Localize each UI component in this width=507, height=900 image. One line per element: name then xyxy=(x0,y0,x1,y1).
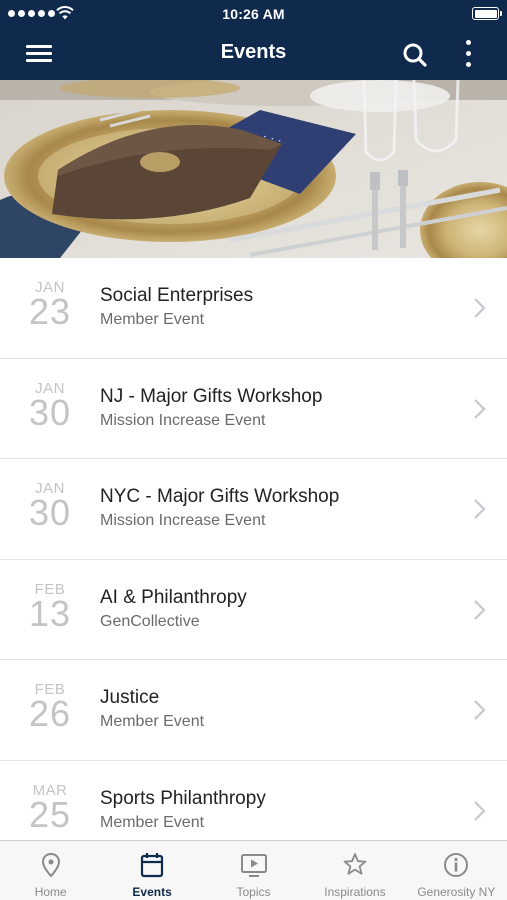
event-day: 26 xyxy=(28,693,72,734)
tab-bar: Home Events Topics Inspirations Generosi… xyxy=(0,840,507,900)
event-day: 30 xyxy=(28,391,72,433)
event-day: 25 xyxy=(28,793,72,835)
page-title: Events xyxy=(220,41,287,63)
tab-label: Topics xyxy=(236,885,271,899)
event-row[interactable]: JAN 30 NJ - Major Gifts Workshop Mission… xyxy=(0,358,507,459)
event-title: NYC - Major Gifts Workshop xyxy=(100,486,340,507)
event-day: 23 xyxy=(28,291,72,332)
event-row[interactable]: FEB 13 AI & Philanthropy GenCollective xyxy=(0,559,507,660)
tab-generosity-ny[interactable]: Generosity NY xyxy=(406,841,507,900)
events-list: JAN 23 Social Enterprises Member Event J… xyxy=(0,258,507,840)
event-date: JAN 30 xyxy=(18,380,82,433)
tv-play-icon xyxy=(240,854,267,877)
tab-label: Home xyxy=(34,885,67,899)
event-date: JAN 30 xyxy=(18,481,82,531)
event-date: FEB 26 xyxy=(18,682,82,732)
tab-inspirations[interactable]: Inspirations xyxy=(304,841,405,900)
event-title: Justice xyxy=(100,687,160,708)
status-bar: 10:26 AM xyxy=(0,0,507,28)
event-subtitle: Mission Increase Event xyxy=(100,411,266,429)
battery-icon xyxy=(472,7,502,20)
location-pin-icon xyxy=(41,852,60,878)
chevron-right-icon xyxy=(474,499,486,519)
chevron-right-icon xyxy=(474,599,486,620)
event-subtitle: GenCollective xyxy=(100,612,200,630)
event-title: Sports Philanthropy xyxy=(100,787,266,809)
chevron-right-icon xyxy=(474,800,486,821)
chevron-right-icon xyxy=(474,298,486,318)
tab-label: Events xyxy=(132,885,172,899)
event-day: 13 xyxy=(28,592,72,634)
event-title: Social Enterprises xyxy=(100,285,254,306)
more-vertical-icon[interactable] xyxy=(456,38,480,70)
tab-topics[interactable]: Topics xyxy=(203,841,304,900)
event-title: AI & Philanthropy xyxy=(100,586,247,608)
chevron-right-icon xyxy=(474,398,486,419)
tab-label: Generosity NY xyxy=(417,885,496,899)
info-icon xyxy=(444,853,469,877)
chevron-right-icon xyxy=(474,700,486,720)
event-row[interactable]: MAR 25 Sports Philanthropy Member Event xyxy=(0,760,507,840)
star-icon xyxy=(343,853,367,875)
calendar-icon xyxy=(141,853,164,878)
events-screen: 10:26 AM Events · · · JAN 23 Social Ente… xyxy=(0,0,507,900)
search-icon[interactable] xyxy=(400,40,430,70)
event-date: JAN 23 xyxy=(18,280,82,330)
tab-home[interactable]: Home xyxy=(0,841,101,900)
event-title: NJ - Major Gifts Workshop xyxy=(100,385,323,407)
hero-image: · · · xyxy=(0,80,507,258)
event-date: FEB 13 xyxy=(18,581,82,634)
status-time: 10:26 AM xyxy=(222,6,285,22)
tab-events[interactable]: Events xyxy=(101,841,202,900)
event-subtitle: Member Event xyxy=(100,713,205,730)
event-row[interactable]: JAN 23 Social Enterprises Member Event xyxy=(0,258,507,359)
event-row[interactable]: FEB 26 Justice Member Event xyxy=(0,660,507,761)
event-row[interactable]: JAN 30 NYC - Major Gifts Workshop Missio… xyxy=(0,459,507,560)
event-day: 30 xyxy=(28,492,72,533)
event-subtitle: Member Event xyxy=(100,311,205,328)
event-subtitle: Mission Increase Event xyxy=(100,512,266,529)
navigation-bar: Events xyxy=(0,28,507,80)
event-subtitle: Member Event xyxy=(100,813,205,831)
tab-label: Inspirations xyxy=(324,885,386,899)
event-date: MAR 25 xyxy=(18,782,82,835)
hamburger-menu-icon[interactable] xyxy=(22,41,56,67)
